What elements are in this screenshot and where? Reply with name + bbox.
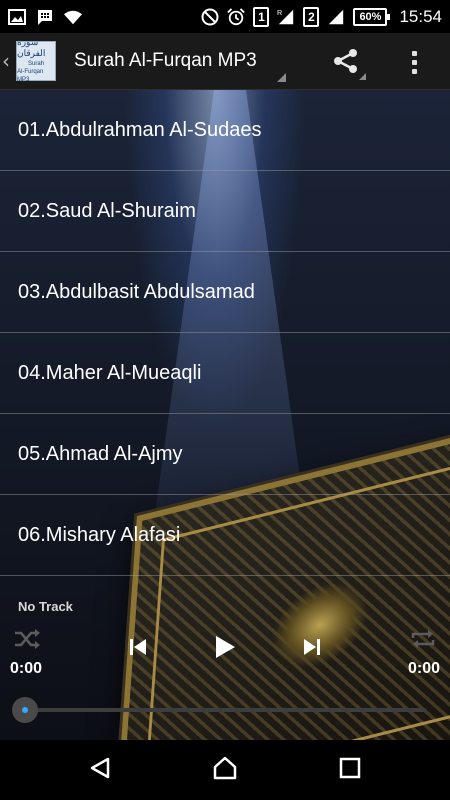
shuffle-button[interactable] — [12, 628, 42, 654]
list-item[interactable]: 02.Saud Al-Shuraim — [0, 171, 450, 252]
previous-button[interactable] — [123, 634, 153, 664]
signal-icon: R — [277, 8, 295, 26]
app-logo[interactable]: سورة الفرقان Surah Al-Furqan MP3 — [16, 38, 56, 83]
list-item-label: 05.Ahmad Al-Ajmy — [18, 442, 183, 465]
repeat-button[interactable] — [408, 628, 438, 654]
page-title: Surah Al-Furqan MP3 — [74, 50, 257, 71]
share-corner-icon — [359, 73, 366, 80]
sim2-badge: 2 — [303, 6, 320, 27]
sim1-badge: 1 — [253, 6, 270, 27]
status-bar: 1 R 2 60% 15:54 — [0, 0, 450, 33]
alarm-icon — [227, 7, 246, 26]
list-item[interactable]: 01.Abdulrahman Al-Sudaes — [0, 90, 450, 171]
nav-recents-button[interactable] — [332, 752, 368, 788]
list-item-label: 06.Mishary Alafasi — [18, 523, 181, 546]
signal-icon — [327, 8, 345, 26]
logo-line-2: Al-Furqan MP3 — [17, 69, 44, 83]
next-button[interactable] — [297, 634, 327, 664]
action-bar: ‹ سورة الفرقان Surah Al-Furqan MP3 Surah… — [0, 33, 450, 90]
battery-icon: 60% — [353, 7, 391, 26]
media-player: No Track 0:00 0:00 — [0, 590, 450, 740]
play-icon — [214, 635, 236, 663]
total-time: 0:00 — [407, 660, 440, 677]
play-button[interactable] — [208, 632, 242, 666]
nav-back-button[interactable] — [82, 752, 118, 788]
list-item[interactable]: 05.Ahmad Al-Ajmy — [0, 414, 450, 495]
wifi-icon — [64, 8, 82, 26]
spinner-corner-icon — [277, 72, 286, 82]
home-circle-icon — [212, 755, 238, 785]
list-item[interactable]: 04.Maher Al-Mueaqli — [0, 333, 450, 414]
skip-previous-icon — [128, 637, 148, 661]
gallery-icon — [8, 8, 26, 26]
repeat-icon — [410, 628, 436, 654]
clock: 15:54 — [399, 6, 442, 26]
up-chevron-icon[interactable]: ‹ — [2, 49, 14, 73]
list-item-label: 04.Maher Al-Mueaqli — [18, 361, 202, 384]
elapsed-time: 0:00 — [10, 660, 43, 677]
title-spinner[interactable]: Surah Al-Furqan MP3 — [74, 33, 286, 90]
logo-line-1: Surah — [27, 61, 44, 67]
overflow-dot — [411, 59, 417, 65]
reciter-list: 01.Abdulrahman Al-Sudaes 02.Saud Al-Shur… — [0, 90, 450, 576]
track-title: No Track — [18, 599, 73, 614]
list-item-label: 02.Saud Al-Shuraim — [18, 199, 196, 222]
list-item-label: 01.Abdulrahman Al-Sudaes — [18, 118, 262, 141]
do-not-disturb-icon — [201, 8, 219, 26]
list-item[interactable]: 06.Mishary Alafasi — [0, 495, 450, 576]
messenger-icon — [36, 8, 54, 26]
overflow-dot — [411, 50, 417, 56]
share-icon — [332, 47, 360, 79]
shuffle-icon — [14, 629, 40, 653]
svg-text:R: R — [277, 8, 282, 17]
overflow-menu-button[interactable] — [400, 45, 428, 79]
navigation-bar — [0, 740, 450, 800]
logo-arabic: سورة الفرقان — [17, 38, 46, 59]
recents-square-icon — [339, 757, 361, 783]
back-triangle-icon — [88, 756, 112, 784]
list-item[interactable]: 03.Abdulbasit Abdulsamad — [0, 252, 450, 333]
seek-thumb[interactable] — [12, 697, 38, 723]
list-item-label: 03.Abdulbasit Abdulsamad — [18, 280, 255, 303]
overflow-dot — [411, 68, 417, 74]
skip-next-icon — [302, 637, 322, 661]
share-button[interactable] — [328, 46, 366, 80]
seek-thumb-dot — [22, 707, 28, 713]
seek-bar[interactable] — [28, 708, 426, 712]
nav-home-button[interactable] — [207, 752, 243, 788]
